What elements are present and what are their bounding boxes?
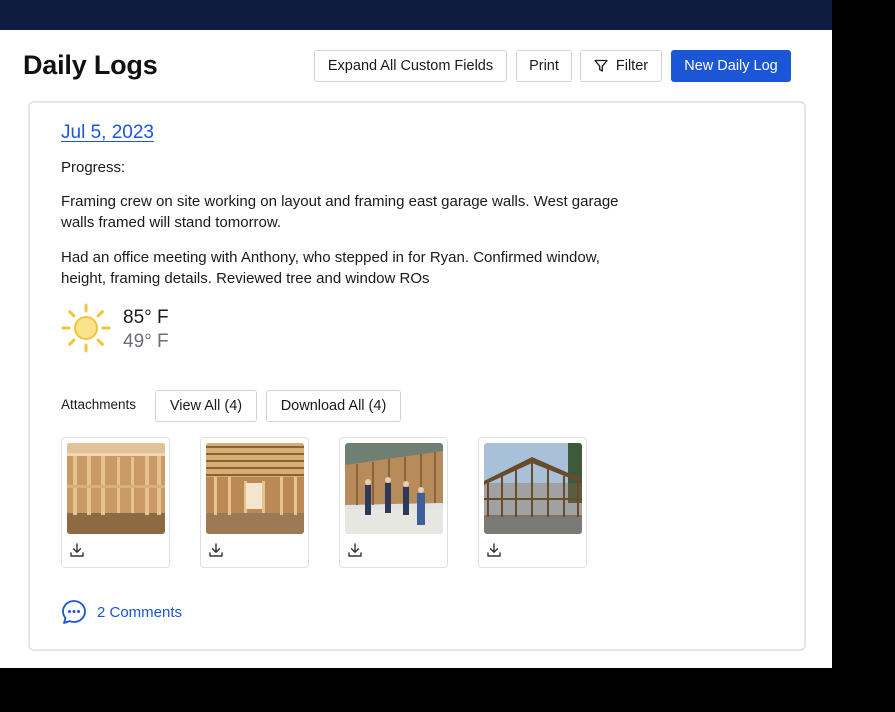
download-icon[interactable] — [69, 542, 85, 558]
download-all-attachments-button[interactable]: Download All (4) — [266, 390, 401, 422]
progress-label: Progress: — [61, 159, 126, 176]
attachment-thumbnail[interactable] — [200, 437, 309, 568]
filter-icon — [594, 59, 608, 72]
attachment-image[interactable] — [345, 443, 443, 534]
page-title: Daily Logs — [23, 50, 158, 80]
log-note: Had an office meeting with Anthony, who … — [61, 249, 600, 287]
sun-icon — [61, 303, 111, 353]
temperature-low: 49° F — [123, 331, 169, 352]
attachment-image[interactable] — [484, 443, 582, 534]
log-date-link[interactable]: Jul 5, 2023 — [61, 122, 154, 144]
comment-bubble-icon — [62, 600, 86, 624]
view-all-attachments-button[interactable]: View All (4) — [155, 390, 257, 422]
attachment-image[interactable] — [206, 443, 304, 534]
attachments-label: Attachments — [61, 397, 137, 412]
daily-log-card: Jul 5, 2023 Progress: Framing crew on si… — [28, 101, 806, 651]
download-icon[interactable] — [347, 542, 363, 558]
filter-button-label: Filter — [615, 58, 649, 74]
top-nav-bar — [0, 0, 832, 30]
temperature-high: 85° F — [123, 307, 169, 328]
filter-button[interactable]: Filter — [580, 50, 662, 82]
download-icon[interactable] — [208, 542, 224, 558]
new-daily-log-button[interactable]: New Daily Log — [671, 50, 791, 82]
attachment-thumbnail[interactable] — [478, 437, 587, 568]
app-window: Daily Logs Expand All Custom Fields Prin… — [0, 0, 832, 668]
log-note: Framing crew on site working on layout a… — [61, 193, 619, 231]
expand-custom-fields-button[interactable]: Expand All Custom Fields — [314, 50, 507, 82]
print-button[interactable]: Print — [516, 50, 572, 82]
download-icon[interactable] — [486, 542, 502, 558]
attachment-thumbnail[interactable] — [61, 437, 170, 568]
attachment-image[interactable] — [67, 443, 165, 534]
comments-link[interactable]: 2 Comments — [61, 599, 182, 625]
comments-label: 2 Comments — [97, 603, 183, 621]
attachment-thumbnail[interactable] — [339, 437, 448, 568]
